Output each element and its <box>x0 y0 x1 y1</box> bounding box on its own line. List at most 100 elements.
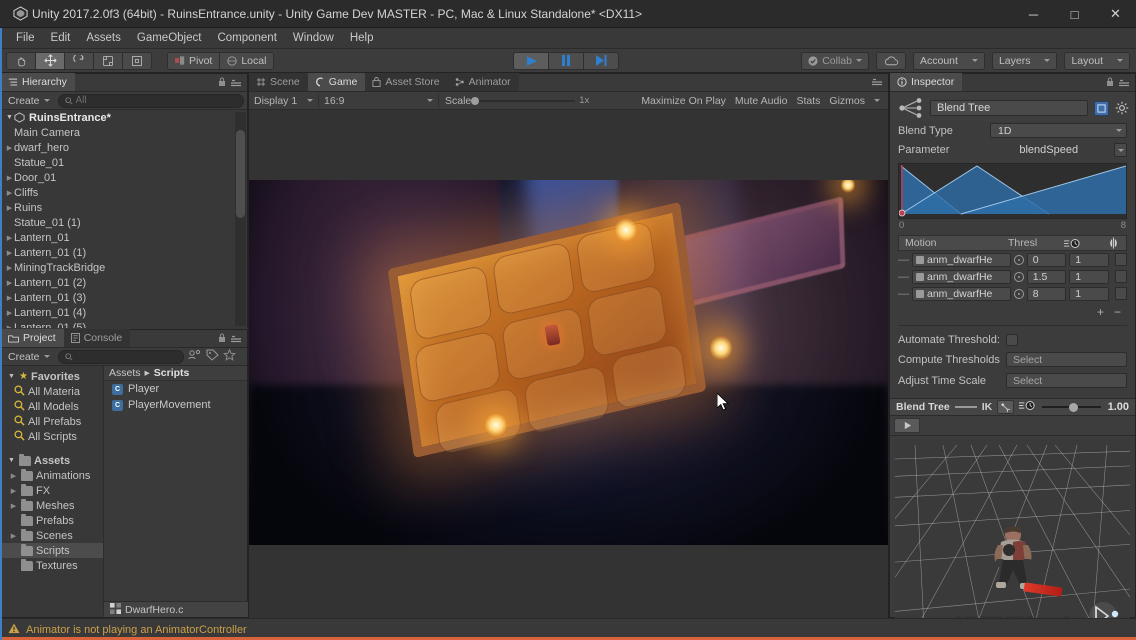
breadcrumb-scripts[interactable]: Scripts <box>154 367 190 379</box>
mirror-checkbox[interactable] <box>1114 253 1127 266</box>
add-motion-button[interactable]: + <box>1097 305 1104 319</box>
gear-icon[interactable] <box>1115 101 1129 115</box>
chevron-right-icon[interactable]: ▶ <box>5 204 14 212</box>
filter-by-label-icon[interactable] <box>206 349 219 364</box>
blend-type-dropdown[interactable]: 1D <box>990 123 1127 138</box>
hierarchy-item[interactable]: Main Camera <box>1 125 247 140</box>
drag-handle-icon[interactable]: — <box>898 288 909 300</box>
play-button[interactable] <box>513 51 549 70</box>
hierarchy-scrollbar[interactable] <box>235 112 246 326</box>
chevron-right-icon[interactable]: ▶ <box>9 472 18 480</box>
project-tree[interactable]: ▼ ★ Favorites All Materia All Models All P… <box>1 366 104 615</box>
tab-console[interactable]: Console <box>63 329 131 347</box>
lock-icon[interactable] <box>218 333 226 342</box>
maximize-on-play-toggle[interactable]: Maximize On Play <box>641 95 726 107</box>
chevron-right-icon[interactable]: ▶ <box>5 294 14 302</box>
speed-slider-knob[interactable] <box>1069 402 1079 412</box>
chevron-right-icon[interactable]: ▶ <box>9 532 18 540</box>
project-menu-icon[interactable] <box>231 334 243 342</box>
project-folder-item[interactable]: ▶ Animations <box>1 468 103 483</box>
hierarchy-item[interactable]: ▶ Door_01 <box>1 170 247 185</box>
remove-motion-button[interactable]: − <box>1114 305 1121 319</box>
chevron-down-icon[interactable]: ▼ <box>7 457 16 464</box>
chevron-right-icon[interactable]: ▶ <box>9 487 18 495</box>
project-folder-item[interactable]: ▶ Scenes <box>1 528 103 543</box>
close-button[interactable]: ✕ <box>1095 0 1136 28</box>
hierarchy-item[interactable]: ▶ Lantern_01 (3) <box>1 290 247 305</box>
project-favorite-item[interactable]: All Prefabs <box>1 414 103 429</box>
project-search-input[interactable] <box>57 349 184 364</box>
rect-tool-button[interactable] <box>122 51 152 70</box>
scale-slider[interactable] <box>471 96 576 105</box>
project-footer-label[interactable]: DwarfHero.c <box>125 604 183 616</box>
project-asset-item[interactable]: C Player <box>104 381 247 397</box>
hierarchy-list[interactable]: ▼ RuinsEntrance* Main Camera ▶ dwarf_hero S… <box>1 110 247 328</box>
preview-play-button[interactable] <box>894 418 920 433</box>
project-assets-header[interactable]: ▼ Assets <box>1 453 103 468</box>
move-tool-button[interactable] <box>35 51 65 70</box>
hierarchy-item[interactable]: ▶ dwarf_hero <box>1 140 247 155</box>
menu-file[interactable]: File <box>8 30 43 46</box>
collab-button[interactable]: Collab <box>801 51 869 70</box>
layout-dropdown[interactable]: Layout <box>1064 51 1130 70</box>
chevron-right-icon[interactable]: ▶ <box>5 309 14 317</box>
account-dropdown[interactable]: Account <box>913 51 985 70</box>
tab-asset-store[interactable]: Asset Store <box>365 73 448 91</box>
project-favorite-item[interactable]: All Models <box>1 399 103 414</box>
project-folder-item[interactable]: Prefabs <box>1 513 103 528</box>
tab-inspector[interactable]: Inspector <box>890 73 963 91</box>
tab-scene[interactable]: Scene <box>249 73 308 91</box>
scale-tool-button[interactable] <box>93 51 123 70</box>
mirror-checkbox[interactable] <box>1114 270 1127 283</box>
maximize-button[interactable]: □ <box>1054 0 1095 28</box>
tab-animator[interactable]: Animator <box>447 73 519 91</box>
hierarchy-scroll-thumb[interactable] <box>236 130 245 218</box>
ik-toggle-button[interactable] <box>997 400 1015 414</box>
chevron-down-icon[interactable]: ▼ <box>7 373 16 380</box>
object-picker-icon[interactable] <box>1013 288 1024 299</box>
rotate-tool-button[interactable] <box>64 51 94 70</box>
chevron-down-icon[interactable]: ▼ <box>5 114 14 121</box>
project-folder-item[interactable]: Textures <box>1 558 103 573</box>
motion-field[interactable]: anm_dwarfHe <box>912 269 1011 284</box>
time-scale-field[interactable]: 1 <box>1069 269 1109 284</box>
hierarchy-item[interactable]: Statue_01 <box>1 155 247 170</box>
menu-edit[interactable]: Edit <box>43 30 79 46</box>
menu-gameobject[interactable]: GameObject <box>129 30 210 46</box>
minimize-button[interactable]: ─ <box>1013 0 1054 28</box>
menu-assets[interactable]: Assets <box>78 30 129 46</box>
asset-preview-icon[interactable] <box>1094 100 1109 116</box>
time-scale-field[interactable]: 1 <box>1069 252 1109 267</box>
pause-button[interactable] <box>548 51 584 70</box>
motion-row[interactable]: — anm_dwarfHe 0 1 <box>898 251 1127 268</box>
preview-viewport[interactable]: 0:00 (000.0%) Frame 0 <box>895 439 1130 619</box>
display-dropdown[interactable]: Display 1 <box>249 93 319 108</box>
menu-component[interactable]: Component <box>209 30 284 46</box>
chevron-right-icon[interactable]: ▶ <box>5 189 14 197</box>
favorite-star-icon[interactable] <box>222 348 236 364</box>
tab-project[interactable]: Project <box>1 329 64 347</box>
chevron-right-icon[interactable]: ▶ <box>5 324 14 329</box>
hierarchy-item[interactable]: ▶ MiningTrackBridge <box>1 260 247 275</box>
adjust-time-scale-dropdown[interactable]: Select <box>1006 373 1127 388</box>
mute-audio-toggle[interactable]: Mute Audio <box>735 95 788 107</box>
cloud-button[interactable] <box>876 51 906 70</box>
hierarchy-menu-icon[interactable] <box>231 78 243 86</box>
motion-row[interactable]: — anm_dwarfHe 8 1 <box>898 285 1127 302</box>
hierarchy-scene-root[interactable]: ▼ RuinsEntrance* <box>1 110 247 125</box>
menu-help[interactable]: Help <box>342 30 382 46</box>
project-folder-item[interactable]: ▶ Meshes <box>1 498 103 513</box>
game-view-render-area[interactable] <box>249 110 888 635</box>
chevron-right-icon[interactable]: ▶ <box>5 249 14 257</box>
hierarchy-item[interactable]: ▶ Lantern_01 (4) <box>1 305 247 320</box>
scale-slider-knob[interactable] <box>471 96 480 105</box>
chevron-right-icon[interactable]: ▶ <box>5 279 14 287</box>
layers-dropdown[interactable]: Layers <box>991 51 1058 70</box>
threshold-field[interactable]: 8 <box>1026 286 1067 301</box>
chevron-right-icon[interactable]: ▶ <box>5 144 14 152</box>
preview-gizmo-icon[interactable] <box>1084 597 1122 619</box>
hierarchy-item[interactable]: ▶ Lantern_01 (1) <box>1 245 247 260</box>
threshold-field[interactable]: 0 <box>1026 252 1067 267</box>
automate-threshold-checkbox[interactable] <box>1006 334 1018 346</box>
hierarchy-search-input[interactable]: All <box>57 93 244 108</box>
